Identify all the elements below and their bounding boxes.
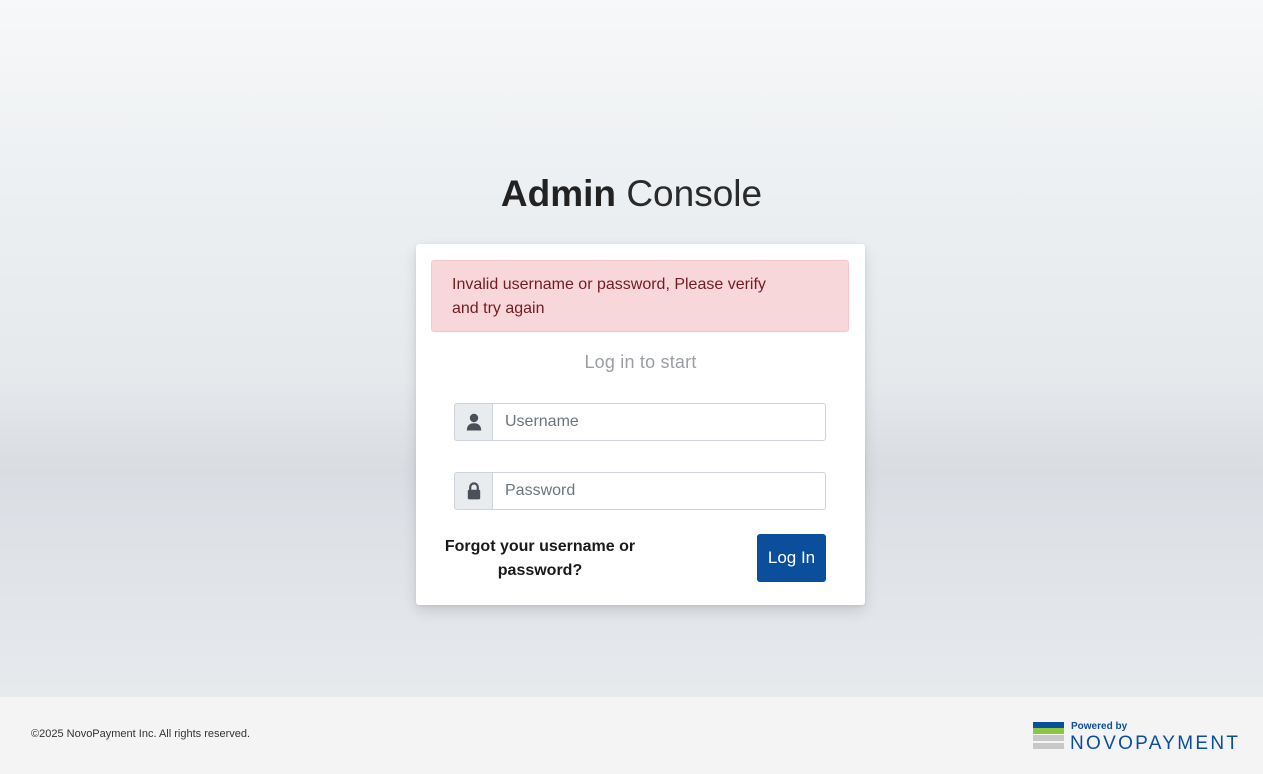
error-alert: Invalid username or password, Please ver… xyxy=(431,260,849,332)
password-addon xyxy=(454,472,492,510)
page-title: Admin Console xyxy=(0,172,1263,216)
username-addon xyxy=(454,403,492,441)
logo-stripes-icon xyxy=(1033,722,1064,753)
username-field-group xyxy=(454,403,826,441)
copyright-text: ©2025 NovoPayment Inc. All rights reserv… xyxy=(31,728,251,740)
footer: ©2025 NovoPayment Inc. All rights reserv… xyxy=(0,697,1263,774)
password-input[interactable] xyxy=(492,472,826,510)
novopayment-logo: Powered by NOVOPAYMENT xyxy=(1033,721,1251,755)
page-title-bold: Admin xyxy=(500,173,617,214)
lock-icon xyxy=(467,482,480,500)
login-card: Invalid username or password, Please ver… xyxy=(416,244,865,605)
password-field-group xyxy=(454,472,826,510)
user-icon xyxy=(466,413,481,431)
forgot-credentials-link[interactable]: Forgot your username or password? xyxy=(438,535,642,583)
powered-by-label: Powered by xyxy=(1071,721,1128,732)
username-input[interactable] xyxy=(492,403,826,441)
brand-name: NOVOPAYMENT xyxy=(1070,733,1241,754)
login-button[interactable]: Log In xyxy=(757,534,826,582)
login-subtitle: Log in to start xyxy=(584,352,697,372)
login-page: Admin Console Invalid username or passwo… xyxy=(0,0,1263,697)
error-alert-message: Invalid username or password, Please ver… xyxy=(452,276,766,317)
page-title-light: Console xyxy=(626,173,763,214)
